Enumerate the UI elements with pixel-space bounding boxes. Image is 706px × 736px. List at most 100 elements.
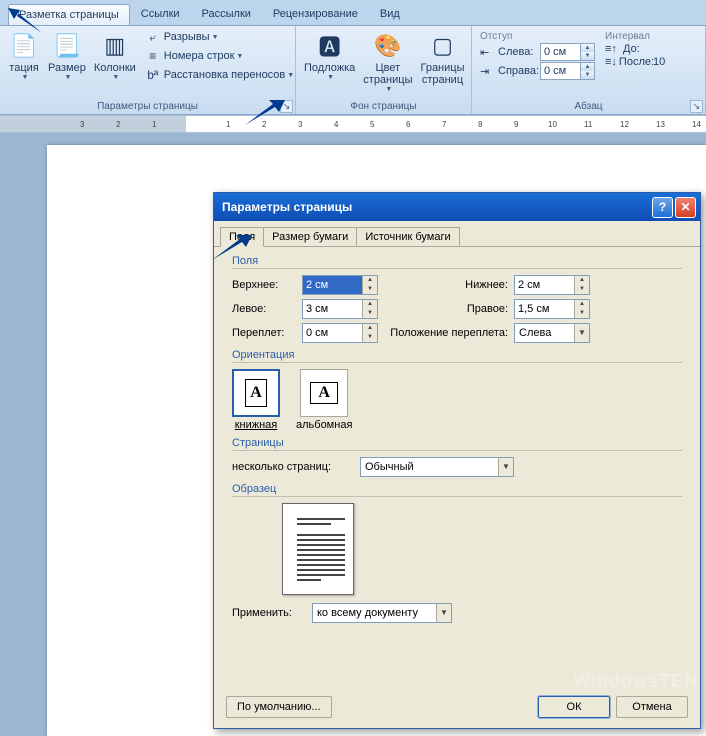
page-setup-dialog-launcher[interactable]: ↘ [280,100,293,113]
tab-page-layout[interactable]: Разметка страницы [8,4,130,25]
indent-left-icon: ⇤ [480,46,496,59]
spin-up[interactable]: ▲ [580,44,594,52]
page-color-button[interactable]: 🎨 Цвет страницы ▼ [359,28,416,95]
spin-up[interactable]: ▲ [362,276,377,285]
hyphenation-button[interactable]: bª Расстановка переносов ▼ [142,66,297,84]
left-margin-value: 3 см [306,303,328,315]
portrait-label: книжная [235,419,278,431]
columns-button[interactable]: ▥ Колонки ▼ [90,28,140,83]
spin-down[interactable]: ▼ [362,285,377,294]
landscape-label: альбомная [296,419,352,431]
spin-down[interactable]: ▼ [580,52,594,60]
spin-up[interactable]: ▲ [362,300,377,309]
spin-down[interactable]: ▼ [574,285,589,294]
help-button[interactable]: ? [652,197,673,218]
page-size-icon: 📃 [51,30,83,62]
right-margin-value: 1,5 см [518,303,549,315]
bottom-margin-input[interactable]: 2 см▲▼ [514,275,590,295]
page-color-label: Цвет страницы [363,62,412,86]
spin-down[interactable]: ▼ [574,309,589,318]
chevron-down-icon: ▼ [385,86,392,93]
breaks-button[interactable]: ⤶ Разрывы ▼ [142,28,297,46]
page-setup-group-label: Параметры страницы [4,100,291,114]
spin-down[interactable]: ▼ [580,71,594,79]
pages-legend: Страницы [232,437,682,451]
left-margin-input[interactable]: 3 см ▲▼ [302,299,378,319]
orientation-legend: Ориентация [232,349,682,363]
spin-up[interactable]: ▲ [574,300,589,309]
hyphenation-icon: bª [145,67,161,83]
line-numbers-icon: ≡ [145,48,161,64]
right-margin-label: Правое: [378,303,508,315]
borders-label: Границы страниц [420,62,464,86]
spin-up[interactable]: ▲ [362,324,377,333]
orientation-icon: 📄 [8,30,40,62]
cancel-button[interactable]: Отмена [616,696,688,718]
apply-to-label: Применить: [232,607,312,619]
default-button[interactable]: По умолчанию... [226,696,332,718]
horizontal-ruler[interactable]: 3 2 1 1 2 3 4 5 6 7 8 9 10 11 12 13 14 [0,115,706,133]
spin-down[interactable]: ▼ [362,309,377,318]
page-background-group-label: Фон страницы [300,100,467,114]
multi-pages-select[interactable]: Обычный ▼ [360,457,514,477]
page-borders-button[interactable]: ▢ Границы страниц [416,28,468,88]
landscape-icon: A [300,369,348,417]
preview-pane [282,503,354,595]
gutter-label: Переплет: [232,327,302,339]
tab-references[interactable]: Ссылки [130,3,191,25]
chevron-down-icon: ▼ [498,458,513,476]
orientation-button[interactable]: 📄 тация ▼ [4,28,44,83]
ribbon: 📄 тация ▼ 📃 Размер ▼ ▥ Колонки ▼ ⤶ Разры… [0,25,706,115]
multi-pages-value: Обычный [365,461,414,473]
landscape-option[interactable]: A альбомная [296,369,352,431]
tab-paper[interactable]: Размер бумаги [263,227,357,246]
bottom-margin-label: Нижнее: [378,279,508,291]
portrait-icon: A [232,369,280,417]
gutter-pos-select[interactable]: Слева▼ [514,323,590,343]
line-numbers-label: Номера строк [164,50,235,62]
orientation-label: тация [9,62,38,74]
chevron-down-icon: ▼ [236,53,243,60]
spacing-after-value: 10 [653,56,665,68]
tab-view[interactable]: Вид [369,3,411,25]
columns-icon: ▥ [99,30,131,62]
spin-down[interactable]: ▼ [362,333,377,342]
indent-heading: Отступ [480,31,595,42]
ribbon-tabs: Разметка страницы Ссылки Рассылки Реценз… [0,0,706,25]
top-margin-label: Верхнее: [232,279,302,291]
gutter-value: 0 см [306,327,328,339]
dialog-titlebar[interactable]: Параметры страницы ? ✕ [214,193,700,221]
close-button[interactable]: ✕ [675,197,696,218]
ok-button[interactable]: ОК [538,696,610,718]
breaks-label: Разрывы [164,31,210,43]
size-button[interactable]: 📃 Размер ▼ [44,28,90,83]
chevron-down-icon: ▼ [287,72,294,79]
page-setup-dialog: Параметры страницы ? ✕ Поля Размер бумаг… [213,192,701,729]
chevron-down-icon: ▼ [22,74,29,81]
line-numbers-button[interactable]: ≡ Номера строк ▼ [142,47,297,65]
watermark-button[interactable]: 🅰 Подложка ▼ [300,28,359,83]
tab-review[interactable]: Рецензирование [262,3,369,25]
spacing-after-label: После: [619,56,654,68]
portrait-option[interactable]: A книжная [232,369,280,431]
spin-up[interactable]: ▲ [580,63,594,71]
spin-up[interactable]: ▲ [574,276,589,285]
paragraph-dialog-launcher[interactable]: ↘ [690,100,703,113]
top-margin-value: 2 см [306,279,328,291]
chevron-down-icon: ▼ [436,604,451,622]
tab-mailings[interactable]: Рассылки [191,3,262,25]
tab-margins[interactable]: Поля [220,227,264,247]
top-margin-input[interactable]: 2 см ▲▼ [302,275,378,295]
right-margin-input[interactable]: 1,5 см ▲▼ [514,299,590,319]
breaks-icon: ⤶ [145,29,161,45]
paragraph-group-label: Абзац [476,100,701,114]
apply-to-select[interactable]: ко всему документу ▼ [312,603,452,623]
apply-to-value: ко всему документу [317,607,418,619]
indent-left-input[interactable]: 0 см▲▼ [540,43,595,61]
tab-layout[interactable]: Источник бумаги [356,227,459,246]
size-label: Размер [48,62,86,74]
spacing-heading: Интервал [605,31,665,42]
margins-legend: Поля [232,255,682,269]
indent-right-input[interactable]: 0 см▲▼ [540,62,595,80]
gutter-input[interactable]: 0 см ▲▼ [302,323,378,343]
